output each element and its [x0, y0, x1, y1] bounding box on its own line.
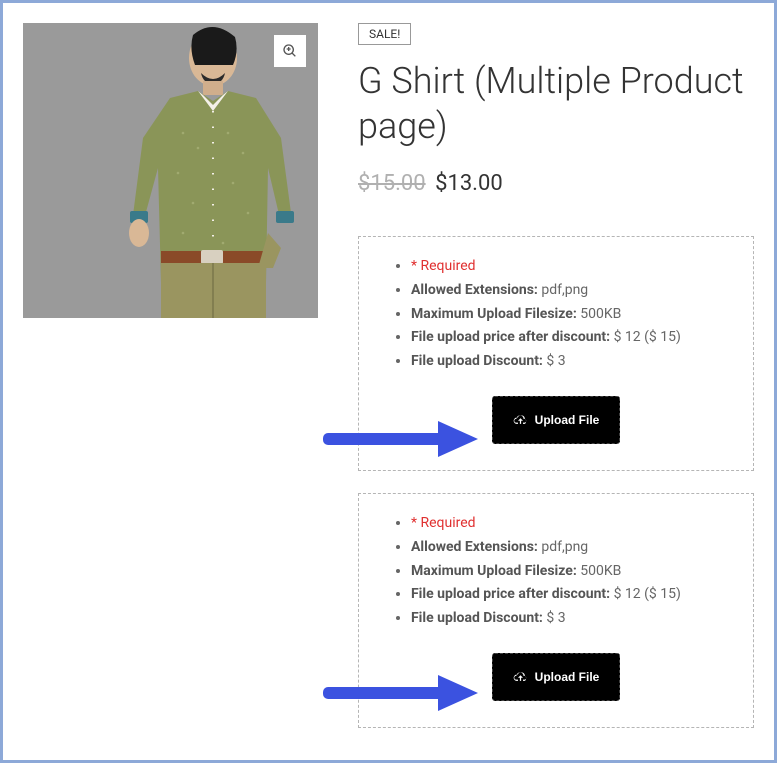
list-item: File upload price after discount: $ 12 (…: [411, 326, 733, 350]
annotation-arrow-icon: [323, 421, 478, 457]
required-label: * Required: [411, 258, 476, 274]
list-item: Maximum Upload Filesize: 500KB: [411, 560, 733, 584]
list-item: Allowed Extensions: pdf,png: [411, 536, 733, 560]
cloud-upload-icon: [513, 670, 528, 683]
list-item: Allowed Extensions: pdf,png: [411, 279, 733, 303]
upload-button-label: Upload File: [535, 670, 600, 684]
upload-file-button[interactable]: Upload File: [492, 396, 621, 444]
current-price: $13.00: [435, 171, 503, 196]
sale-badge: SALE!: [358, 23, 411, 45]
required-label: * Required: [411, 515, 476, 531]
cloud-upload-icon: [513, 413, 528, 426]
product-image-column: [23, 23, 318, 750]
old-price: $15.00: [358, 171, 426, 196]
product-title: G Shirt (Multiple Product page): [358, 59, 754, 149]
list-item: File upload Discount: $ 3: [411, 350, 733, 374]
product-details: SALE! G Shirt (Multiple Product page) $1…: [358, 23, 754, 750]
zoom-button[interactable]: [274, 35, 306, 67]
list-item: File upload Discount: $ 3: [411, 607, 733, 631]
product-image[interactable]: [23, 23, 318, 318]
upload-file-button[interactable]: Upload File: [492, 653, 621, 701]
upload-button-label: Upload File: [535, 413, 600, 427]
annotation-arrow-icon: [323, 675, 478, 711]
list-item: Maximum Upload Filesize: 500KB: [411, 303, 733, 327]
price: $15.00 $13.00: [358, 171, 754, 196]
zoom-in-icon: [282, 43, 298, 59]
list-item: File upload price after discount: $ 12 (…: [411, 583, 733, 607]
